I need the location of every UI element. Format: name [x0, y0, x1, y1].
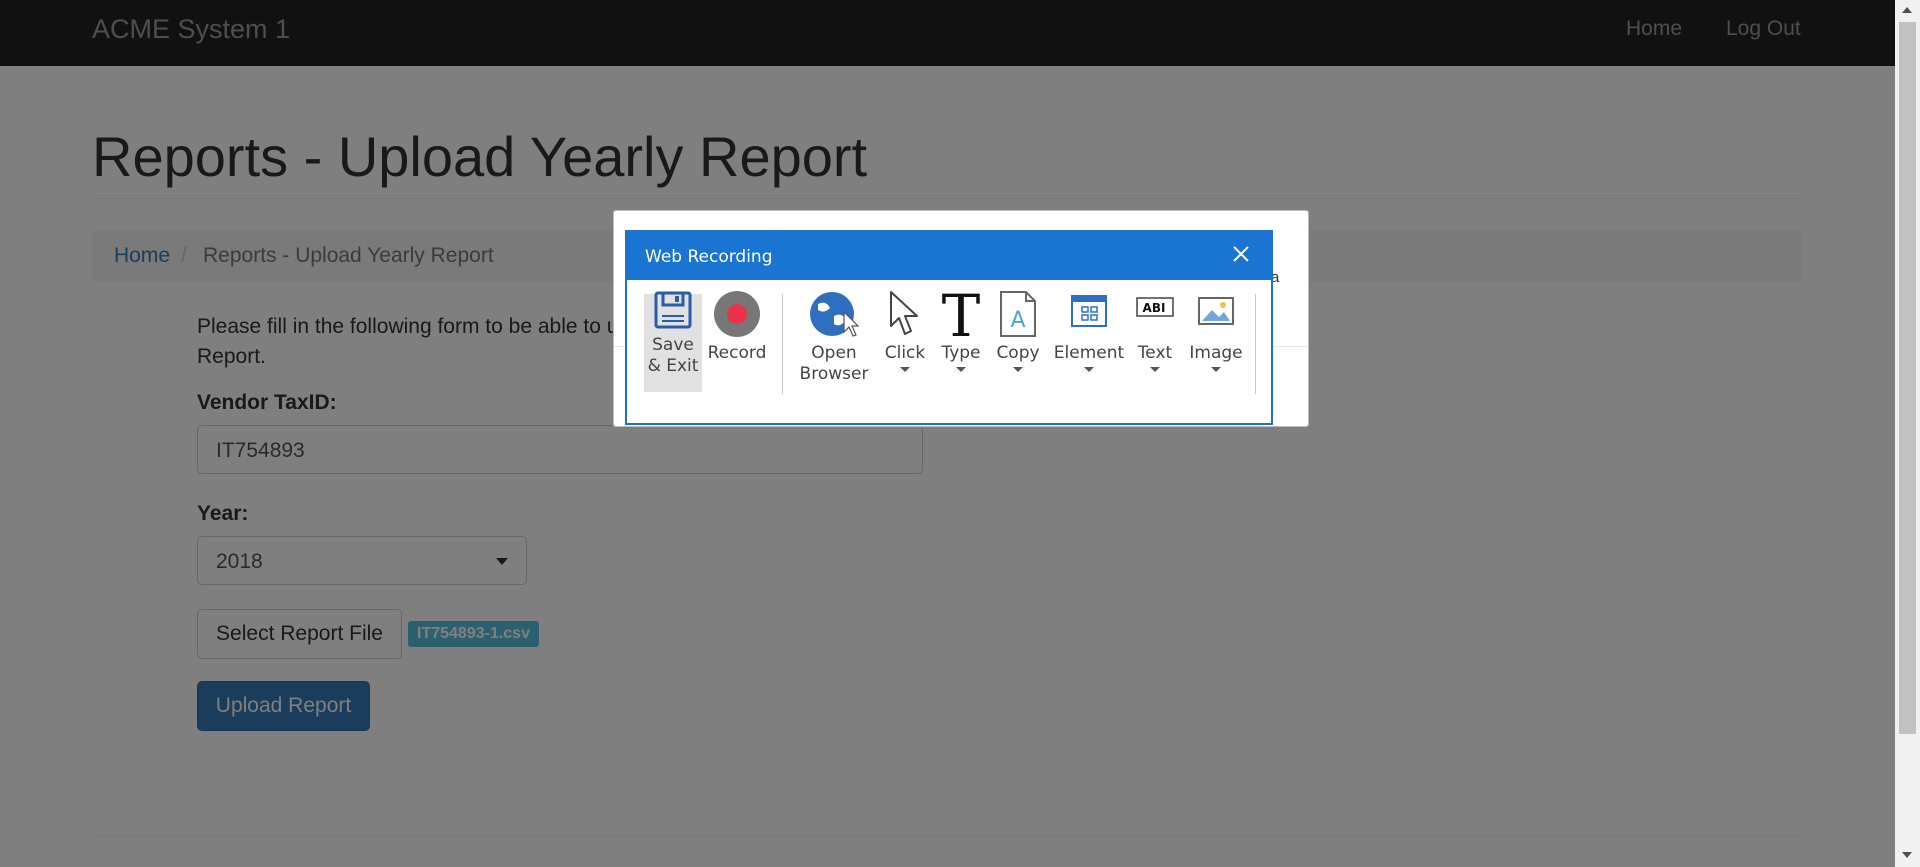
chevron-down-icon: [956, 367, 966, 372]
text-button[interactable]: ABI Text: [1132, 290, 1178, 372]
toolbar-separator: [782, 294, 783, 394]
vertical-scrollbar[interactable]: [1895, 0, 1920, 867]
click-label: Click: [884, 343, 926, 363]
document-a-icon: A: [1000, 291, 1036, 337]
open-browser-label-line1: Open: [811, 343, 857, 363]
save-exit-label-line1: Save: [652, 335, 694, 355]
chevron-down-icon: [1084, 367, 1094, 372]
save-exit-button[interactable]: Save & Exit: [645, 290, 701, 377]
open-browser-label-line2: Browser: [799, 364, 869, 384]
save-exit-label-line2: & Exit: [647, 356, 699, 376]
copy-label: Copy: [996, 343, 1040, 363]
copy-button[interactable]: A Copy: [993, 290, 1043, 372]
recorder-title: Web Recording: [645, 247, 773, 267]
record-icon: [714, 291, 760, 337]
image-button[interactable]: Image: [1185, 290, 1247, 372]
modal-backdrop: [0, 0, 1895, 867]
element-label: Element: [1053, 343, 1125, 363]
record-label: Record: [707, 343, 767, 363]
svg-text:A: A: [1010, 308, 1025, 333]
scroll-down-arrow-icon[interactable]: [1902, 852, 1912, 858]
text-label: Text: [1137, 343, 1173, 363]
close-icon[interactable]: [1227, 240, 1255, 268]
toolbar-end-separator: [1255, 294, 1256, 394]
image-icon: [1198, 297, 1234, 325]
mouse-pointer-icon: [890, 291, 918, 335]
recorder-header: Web Recording: [627, 232, 1271, 280]
type-label: Type: [941, 343, 981, 363]
chevron-down-icon: [1150, 367, 1160, 372]
floppy-disk-icon: [654, 291, 692, 329]
globe-cursor-icon: [810, 292, 860, 337]
element-button[interactable]: Element: [1053, 290, 1125, 372]
image-label: Image: [1189, 343, 1243, 363]
svg-text:T: T: [942, 290, 981, 338]
chevron-down-icon: [1013, 367, 1023, 372]
open-browser-button[interactable]: Open Browser: [791, 290, 877, 385]
type-button[interactable]: T Type: [937, 282, 985, 372]
letter-t-icon: T: [942, 282, 981, 350]
text-field-icon: ABI: [1136, 297, 1174, 317]
chevron-down-icon: [1211, 367, 1221, 372]
scrollbar-thumb[interactable]: [1899, 22, 1916, 734]
record-button[interactable]: Record: [706, 290, 768, 364]
scroll-up-arrow-icon[interactable]: [1902, 7, 1912, 13]
element-grid-icon: [1071, 295, 1107, 327]
text-field-icon-glyph: ABI: [1143, 301, 1166, 315]
click-button[interactable]: Click: [881, 290, 929, 372]
chevron-down-icon: [900, 367, 910, 372]
web-recording-toolbar: Web Recording Save & Exit Record Open Br…: [625, 230, 1273, 425]
